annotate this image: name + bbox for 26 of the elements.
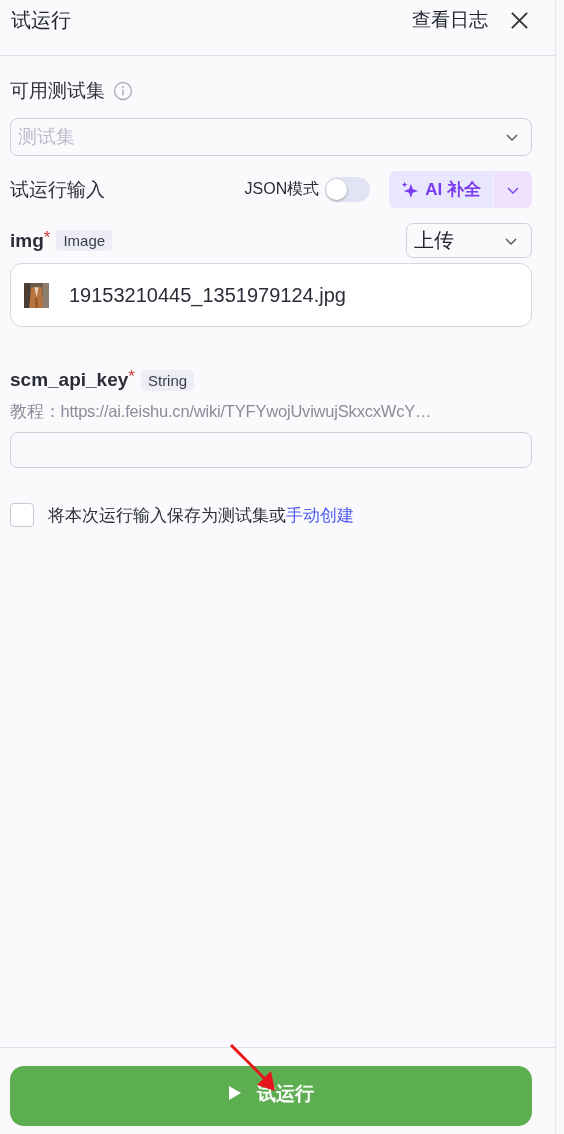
sparkle-icon (401, 180, 420, 199)
field-description: 教程：https://ai.feishu.cn/wiki/TYFYwojUviwujSkxcxWcY… (10, 401, 433, 422)
file-name: 19153210445_1351979124.jpg (69, 283, 346, 307)
text-input-field[interactable] (10, 432, 532, 468)
field-name: img (10, 229, 44, 252)
file-field[interactable]: 19153210445_1351979124.jpg (10, 263, 532, 327)
json-mode-toggle[interactable] (325, 177, 371, 202)
save-option-text: 将本次运行输入保存为测试集或手动创建 (48, 504, 354, 527)
ai-complete-button[interactable]: AI 补全 (389, 171, 494, 208)
manual-create-link[interactable]: 手动创建 (286, 505, 354, 525)
required-asterisk: * (43, 227, 51, 247)
json-mode-label: JSON模式 (244, 179, 320, 199)
play-icon (228, 1086, 241, 1100)
ai-options-button[interactable] (494, 171, 532, 208)
required-asterisk: * (128, 367, 135, 386)
panel-title: 试运行 (11, 8, 71, 33)
type-tag: Image (56, 230, 113, 251)
save-checkbox[interactable] (10, 503, 34, 527)
type-tag: String (140, 369, 195, 391)
field-name: scm_api_key (10, 369, 129, 391)
section-label: 试运行输入 (10, 177, 106, 202)
info-icon[interactable] (113, 81, 133, 101)
close-icon[interactable] (510, 10, 529, 30)
section-label: 可用测试集 (10, 79, 105, 103)
view-logs-link[interactable]: 查看日志 (412, 6, 488, 34)
upload-mode-dropdown[interactable]: 上传 (406, 223, 532, 258)
